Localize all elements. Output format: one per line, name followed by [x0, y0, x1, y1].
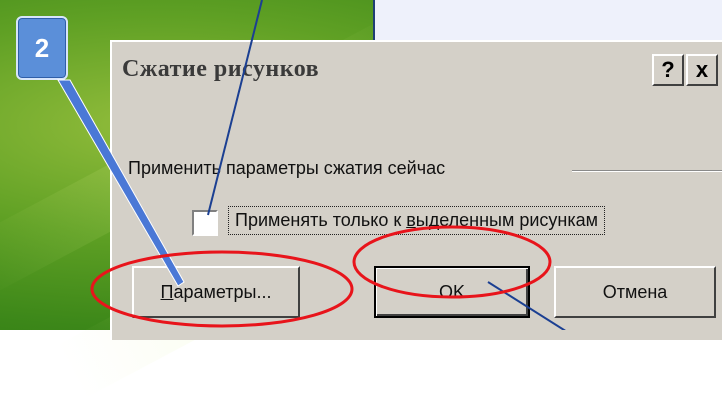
ok-pointer-line [487, 281, 566, 330]
annotation-overlay [57, 0, 566, 330]
ok-highlight-ellipse [352, 225, 552, 299]
callout-pointer-line [207, 0, 263, 216]
parameters-highlight-ellipse [90, 250, 354, 328]
